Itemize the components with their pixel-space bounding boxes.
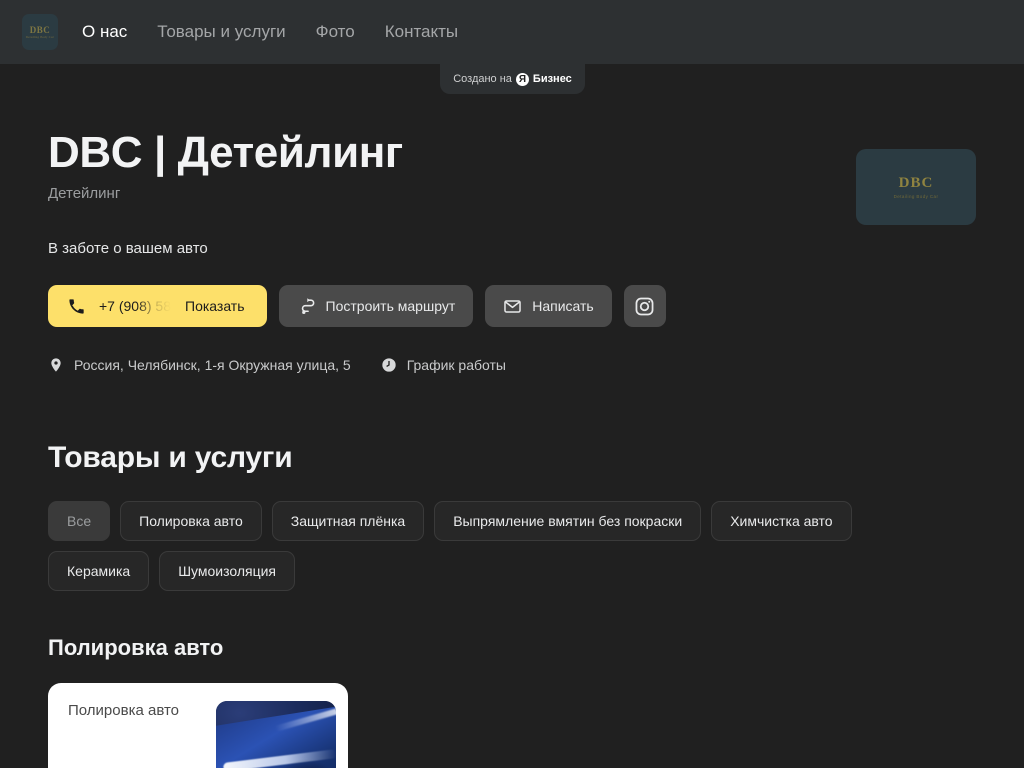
write-message-button[interactable]: Написать (485, 285, 612, 328)
product-card-list: Полировка авто (48, 683, 976, 768)
chip-ceramics[interactable]: Керамика (48, 551, 150, 592)
action-buttons-row: +7 (908) 58 Показать Построить маршрут Н… (48, 285, 976, 328)
product-card[interactable]: Полировка авто (48, 683, 348, 768)
product-card-title: Полировка авто (68, 702, 180, 720)
nav-item-about[interactable]: О нас (82, 22, 127, 42)
chip-protective-film[interactable]: Защитная плёнка (271, 501, 425, 542)
phone-icon (68, 298, 85, 315)
header-logo-text: DBC (29, 24, 51, 35)
phone-number: +7 (908) 58 (99, 298, 171, 315)
chip-dry-cleaning[interactable]: Химчистка авто (711, 501, 852, 542)
services-section-title: Товары и услуги (48, 441, 293, 475)
schedule-label: График работы (406, 357, 506, 374)
company-logo-mark-subtext: Detailing Body Car (893, 193, 939, 199)
envelope-icon (503, 297, 522, 316)
chip-dent-removal[interactable]: Выпрямление вмятин без покраски (434, 501, 702, 542)
nav-item-photo[interactable]: Фото (316, 22, 355, 42)
address-item[interactable]: Россия, Челябинск, 1-я Окружная улица, 5 (48, 357, 351, 373)
header-logo[interactable]: DBC Detailing Body Car (22, 14, 58, 50)
main-navigation: О нас Товары и услуги Фото Контакты (82, 22, 458, 42)
schedule-item[interactable]: График работы (381, 357, 506, 373)
service-filter-chips: Все Полировка авто Защитная плёнка Выпря… (48, 501, 948, 592)
clock-icon (381, 357, 397, 373)
page-subtitle: Детейлинг (48, 185, 121, 203)
nav-item-contacts[interactable]: Контакты (385, 22, 458, 42)
instagram-button[interactable] (623, 285, 666, 328)
address-text: Россия, Челябинск, 1-я Окружная улица, 5 (74, 357, 351, 374)
services-subsection-title: Полировка авто (48, 635, 224, 661)
header-logo-subtext: Detailing Body Car (25, 34, 55, 39)
location-pin-icon (48, 357, 64, 373)
company-logo-mark-text: DBC (898, 174, 934, 191)
contact-meta-row: Россия, Челябинск, 1-я Окружная улица, 5… (48, 357, 976, 373)
site-header: DBC Detailing Body Car О нас Товары и ус… (0, 0, 1024, 64)
page-title: DBC | Детейлинг (48, 128, 403, 177)
hero-tagline: В заботе о вашем авто (48, 240, 208, 258)
write-message-label: Написать (532, 298, 594, 315)
product-card-image (216, 701, 336, 768)
build-route-button[interactable]: Построить маршрут (278, 285, 474, 328)
chip-all[interactable]: Все (48, 501, 111, 542)
phone-button[interactable]: +7 (908) 58 Показать (48, 285, 267, 328)
hero-section: DBC | Детейлинг Детейлинг В заботе о ваш… (48, 64, 976, 373)
route-icon (297, 297, 316, 316)
nav-item-goods-services[interactable]: Товары и услуги (157, 22, 285, 42)
chip-soundproofing[interactable]: Шумоизоляция (159, 551, 296, 592)
company-logo-mark-icon: DBC Detailing Body Car (25, 24, 55, 39)
instagram-camera-icon (634, 296, 655, 317)
phone-show-label: Показать (185, 298, 245, 315)
chip-polish[interactable]: Полировка авто (120, 501, 262, 542)
company-logo-card[interactable]: DBC Detailing Body Car (856, 149, 976, 225)
main-content: DBC | Детейлинг Детейлинг В заботе о ваш… (0, 64, 1024, 768)
build-route-label: Построить маршрут (325, 298, 456, 315)
